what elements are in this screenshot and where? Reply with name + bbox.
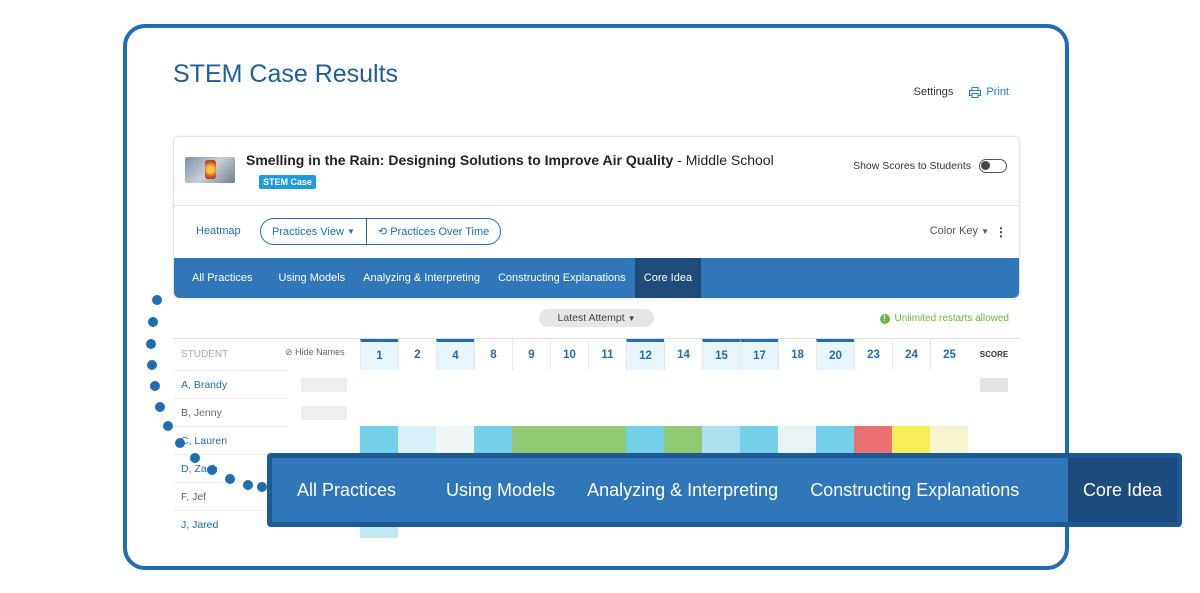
printer-icon (969, 86, 982, 98)
callout-dot (146, 339, 156, 349)
heatmap-cell[interactable] (436, 426, 474, 454)
top-actions: Settings Print (914, 86, 1009, 98)
show-scores-toggle-group: Show Scores to Students (853, 159, 1007, 173)
column-header-20[interactable]: 20 (816, 339, 854, 370)
restarts-info: ! Unlimited restarts allowed (879, 313, 1010, 324)
latest-attempt-label: Latest Attempt (557, 312, 625, 324)
blurred-cell (301, 378, 347, 392)
score-column-header: SCORE (979, 350, 1009, 359)
column-header-24[interactable]: 24 (892, 339, 930, 370)
card-divider (174, 205, 1019, 206)
blurred-cell (301, 406, 347, 420)
info-icon: ! (879, 313, 890, 324)
show-scores-toggle[interactable] (979, 159, 1007, 173)
callout-dot (225, 474, 235, 484)
case-title: Smelling in the Rain: Designing Solution… (246, 152, 774, 168)
column-header-14[interactable]: 14 (664, 339, 702, 370)
column-header-9[interactable]: 9 (512, 339, 550, 370)
practices-over-time-button[interactable]: ⟲ Practices Over Time (365, 219, 500, 244)
callout-dot (147, 360, 157, 370)
tab-constructing-explanations[interactable]: Constructing Explanations (489, 258, 635, 298)
column-header-11[interactable]: 11 (588, 339, 626, 370)
callout-dot (152, 295, 162, 305)
caret-down-icon: ▼ (981, 227, 989, 236)
heatmap-cell[interactable] (664, 426, 702, 454)
callout-dot (150, 381, 160, 391)
heatmap-cell[interactable] (740, 426, 778, 454)
tab-analyzing-interpreting[interactable]: Analyzing & Interpreting (354, 258, 489, 298)
zoom-tab-analyzing-interpreting[interactable]: Analyzing & Interpreting (571, 458, 794, 522)
column-header-1[interactable]: 1 (360, 339, 398, 370)
history-icon: ⟲ (377, 226, 388, 238)
callout-dot (257, 482, 267, 492)
color-key-dropdown[interactable]: Color Key ▼ (930, 225, 989, 237)
heatmap-cell[interactable] (930, 426, 968, 454)
caret-down-icon: ▼ (627, 313, 636, 323)
column-header-4[interactable]: 4 (436, 339, 474, 370)
zoom-tab-constructing-explanations[interactable]: Constructing Explanations (794, 458, 1035, 522)
callout-dot (243, 480, 253, 490)
callout-dot (163, 421, 173, 431)
zoom-tab-using-models[interactable]: Using Models (430, 458, 571, 522)
column-header-10[interactable]: 10 (550, 339, 588, 370)
hide-names-label: Hide Names (295, 347, 345, 357)
heatmap-cell[interactable] (892, 426, 930, 454)
tab-core-idea[interactable]: Core Idea (634, 258, 702, 298)
heatmap-cell[interactable] (626, 426, 664, 454)
heatmap-cell[interactable] (550, 426, 588, 454)
callout-dot (155, 402, 165, 412)
column-header-25[interactable]: 25 (930, 339, 968, 370)
heatmap-cell[interactable] (360, 426, 398, 454)
blurred-score (980, 378, 1008, 392)
heatmap-cell[interactable] (398, 426, 436, 454)
callout-dots (146, 295, 267, 492)
zoomed-tabs-callout: All Practices Using Models Analyzing & I… (267, 453, 1182, 527)
zoom-tab-all-practices[interactable]: All Practices (272, 458, 430, 522)
color-key-label: Color Key (929, 225, 979, 237)
restarts-label: Unlimited restarts allowed (894, 313, 1010, 324)
practice-tabs: All Practices Using Models Analyzing & I… (174, 258, 1019, 298)
column-header-2[interactable]: 2 (398, 339, 436, 370)
practices-over-time-label: Practices Over Time (390, 225, 490, 238)
case-level: - Middle School (673, 152, 774, 168)
heatmap-cell[interactable] (588, 426, 626, 454)
callout-dot (148, 317, 158, 327)
heatmap-cell[interactable] (702, 426, 740, 454)
heatmap-cell[interactable] (474, 426, 512, 454)
heatmap-cell[interactable] (816, 426, 854, 454)
case-name: Smelling in the Rain: Designing Solution… (246, 152, 674, 168)
more-options-icon[interactable]: ⋮ (995, 225, 1007, 239)
heatmap-cell[interactable] (512, 426, 550, 454)
print-link[interactable]: Print (969, 86, 1009, 98)
column-header-17[interactable]: 17 (740, 339, 778, 370)
column-header-23[interactable]: 23 (854, 339, 892, 370)
column-header-15[interactable]: 15 (702, 339, 740, 370)
settings-link[interactable]: Settings (914, 86, 954, 98)
column-header-12[interactable]: 12 (626, 339, 664, 370)
case-card: Smelling in the Rain: Designing Solution… (173, 136, 1020, 298)
callout-dot (175, 438, 185, 448)
callout-dot (207, 465, 217, 475)
heatmap-cell[interactable] (778, 426, 816, 454)
callout-dot (190, 453, 200, 463)
caret-down-icon: ▼ (347, 227, 355, 236)
show-scores-label: Show Scores to Students (853, 160, 971, 172)
print-label: Print (986, 86, 1009, 98)
latest-attempt-dropdown[interactable]: Latest Attempt ▼ (539, 309, 654, 327)
zoomed-tabs: All Practices Using Models Analyzing & I… (272, 458, 1177, 522)
column-header-8[interactable]: 8 (474, 339, 512, 370)
zoom-tab-core-idea[interactable]: Core Idea (1067, 458, 1177, 522)
heatmap-cell[interactable] (854, 426, 892, 454)
column-header-18[interactable]: 18 (778, 339, 816, 370)
